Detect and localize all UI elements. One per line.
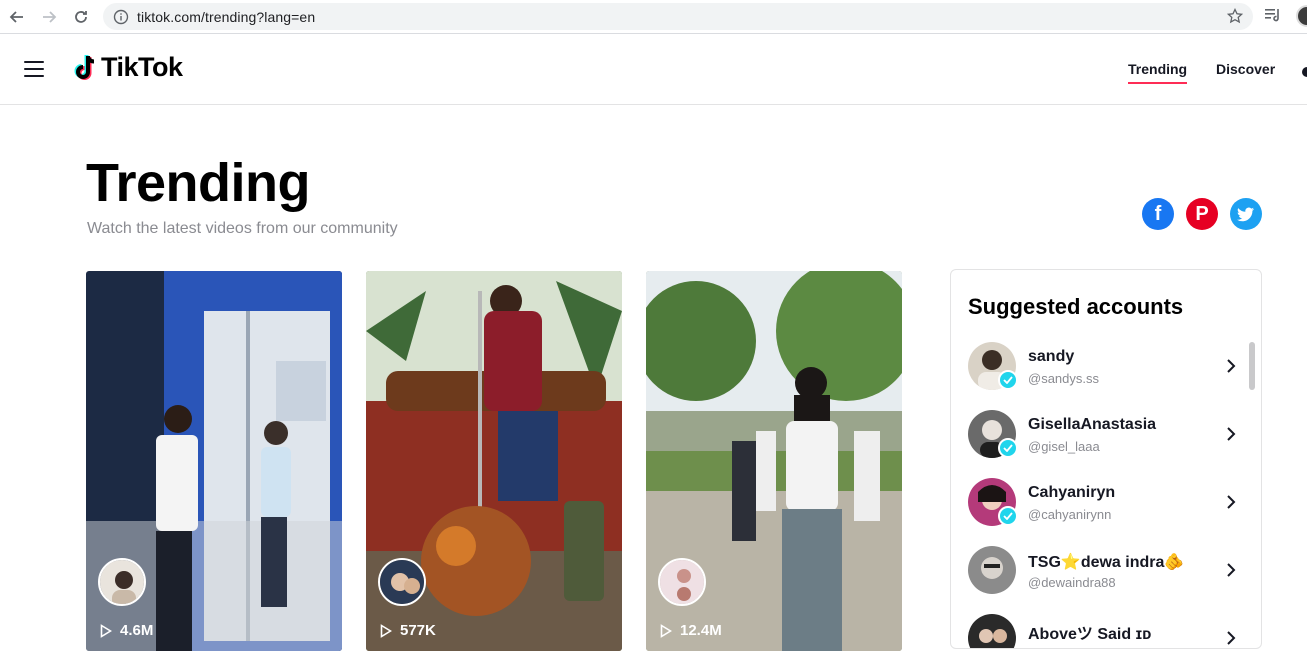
suggested-account[interactable]: TSG⭐dewa indra🫵 @dewaindra88 — [968, 546, 1248, 606]
chevron-right-icon[interactable] — [1226, 427, 1236, 441]
tiktok-note-icon — [74, 54, 95, 80]
address-bar[interactable]: tiktok.com/trending?lang=en — [103, 3, 1253, 30]
media-playlist-icon[interactable] — [1264, 7, 1282, 23]
twitter-icon — [1237, 207, 1254, 221]
verified-badge-icon — [998, 370, 1018, 390]
twitter-share-button[interactable] — [1230, 198, 1262, 230]
suggested-accounts-title: Suggested accounts — [968, 294, 1184, 319]
suggested-accounts-panel: Suggested accounts sandy @sandys.ss Gise… — [950, 269, 1262, 649]
page-title: Trending — [86, 153, 311, 213]
logo-text: TikTok — [101, 52, 183, 82]
account-avatar — [968, 614, 1016, 648]
view-count-text: 577K — [400, 622, 436, 639]
account-handle: @gisel_laaa — [1028, 439, 1100, 454]
creator-avatar[interactable] — [378, 558, 426, 606]
account-handle: @cahyanirynn — [1028, 507, 1112, 522]
video-card[interactable]: 577K — [366, 271, 622, 651]
play-icon — [660, 623, 672, 638]
chevron-right-icon[interactable] — [1226, 563, 1236, 577]
video-card[interactable]: 12.4M — [646, 271, 902, 651]
verified-badge-icon — [998, 438, 1018, 458]
view-count: 577K — [380, 622, 436, 639]
suggested-account[interactable]: Cahyaniryn @cahyanirynn — [968, 478, 1248, 538]
account-handle: @dewaindra88 — [1028, 575, 1116, 590]
facebook-icon: f — [1154, 202, 1162, 225]
creator-avatar[interactable] — [658, 558, 706, 606]
account-name: sandy — [1028, 348, 1075, 365]
view-count-text: 12.4M — [680, 622, 722, 639]
pinterest-icon: P — [1195, 202, 1209, 225]
browser-profile-avatar[interactable] — [1296, 5, 1307, 27]
forward-arrow-icon[interactable] — [38, 6, 60, 28]
search-icon[interactable] — [1302, 67, 1307, 77]
view-count: 4.6M — [100, 622, 153, 639]
url-text[interactable]: tiktok.com/trending?lang=en — [137, 9, 315, 25]
tiktok-logo[interactable]: TikTok — [73, 52, 183, 83]
info-icon[interactable] — [113, 9, 129, 25]
reload-icon[interactable] — [70, 6, 92, 28]
suggested-account[interactable]: Aboveツ Said ɪᴅ — [968, 614, 1248, 648]
account-avatar — [968, 546, 1016, 594]
chevron-right-icon[interactable] — [1226, 495, 1236, 509]
nav-trending[interactable]: Trending — [1128, 61, 1187, 84]
suggested-account[interactable]: GisellaAnastasia @gisel_laaa — [968, 410, 1248, 470]
pinterest-share-button[interactable]: P — [1186, 198, 1218, 230]
account-handle: @sandys.ss — [1028, 371, 1099, 386]
play-icon — [380, 623, 392, 638]
video-card[interactable]: 4.6M — [86, 271, 342, 651]
account-name: Cahyaniryn — [1028, 484, 1116, 501]
chevron-right-icon[interactable] — [1226, 359, 1236, 373]
chevron-right-icon[interactable] — [1226, 631, 1236, 645]
menu-icon[interactable] — [24, 61, 44, 77]
bookmark-star-icon[interactable] — [1227, 8, 1243, 24]
suggested-account[interactable]: sandy @sandys.ss — [968, 342, 1248, 402]
nav-discover[interactable]: Discover — [1216, 61, 1275, 77]
account-name: GisellaAnastasia — [1028, 416, 1157, 433]
browser-toolbar: tiktok.com/trending?lang=en — [0, 0, 1307, 34]
play-icon — [100, 623, 112, 638]
panel-scrollbar[interactable] — [1249, 342, 1255, 390]
view-count: 12.4M — [660, 622, 722, 639]
view-count-text: 4.6M — [120, 622, 154, 639]
creator-avatar[interactable] — [98, 558, 146, 606]
back-arrow-icon[interactable] — [6, 6, 28, 28]
verified-badge-icon — [998, 506, 1018, 526]
account-name: Aboveツ Said ɪᴅ — [1028, 626, 1152, 643]
site-header: TikTok Trending Discover — [0, 34, 1307, 105]
account-name: TSG⭐dewa indra🫵 — [1028, 554, 1185, 571]
facebook-share-button[interactable]: f — [1142, 198, 1174, 230]
page-subtitle: Watch the latest videos from our communi… — [87, 220, 398, 237]
